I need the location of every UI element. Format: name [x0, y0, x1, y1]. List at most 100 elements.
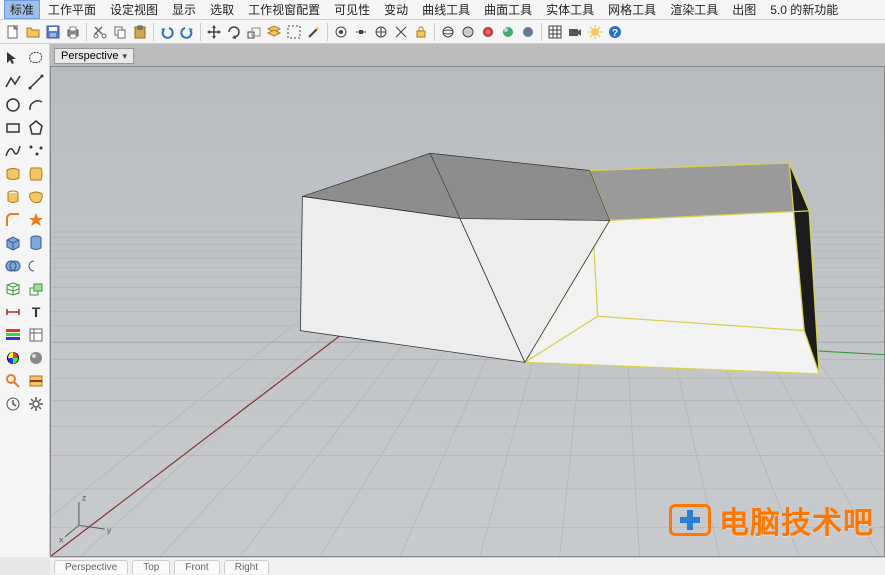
separator	[327, 23, 328, 41]
points-tool-icon[interactable]	[25, 140, 47, 162]
osnap-end-icon[interactable]	[332, 23, 350, 41]
rect-tool-icon[interactable]	[2, 117, 24, 139]
watermark: 电脑技术吧	[669, 498, 874, 542]
cut-icon[interactable]	[91, 23, 109, 41]
bool-diff-icon[interactable]	[25, 255, 47, 277]
viewport-canvas[interactable]: z y x 电脑技术吧	[50, 66, 885, 557]
menu-item-newv5[interactable]: 5.0 的新功能	[764, 0, 844, 19]
shade-wire-icon[interactable]	[439, 23, 457, 41]
shade-ghost-icon[interactable]	[459, 23, 477, 41]
osnap-mid-icon[interactable]	[352, 23, 370, 41]
save-icon[interactable]	[44, 23, 62, 41]
grid-icon[interactable]	[546, 23, 564, 41]
help-icon[interactable]: ?	[606, 23, 624, 41]
paste-icon[interactable]	[131, 23, 149, 41]
redo-icon[interactable]	[178, 23, 196, 41]
box-solid-icon[interactable]	[2, 232, 24, 254]
menu-item-visibility[interactable]: 可见性	[328, 0, 376, 19]
viewport-label: Perspective	[61, 50, 118, 62]
menu-item-cplane[interactable]: 工作平面	[42, 0, 102, 19]
material-icon[interactable]	[25, 347, 47, 369]
svg-text:x: x	[59, 535, 64, 545]
svg-text:z: z	[82, 493, 86, 503]
viewport-tab-front[interactable]: Front	[174, 560, 219, 574]
shade-render-icon[interactable]	[499, 23, 517, 41]
menu-item-transform[interactable]: 变动	[378, 0, 414, 19]
props-icon[interactable]	[25, 324, 47, 346]
separator	[541, 23, 542, 41]
surface-loft-icon[interactable]	[2, 163, 24, 185]
menu-item-curvetools[interactable]: 曲线工具	[416, 0, 476, 19]
separator	[200, 23, 201, 41]
extract-tool-icon[interactable]	[25, 278, 47, 300]
new-icon[interactable]	[4, 23, 22, 41]
menu-item-standard[interactable]: 标准	[4, 0, 40, 19]
left-toolbox: T	[0, 44, 50, 557]
viewport[interactable]: Perspective ▾	[50, 44, 885, 557]
move-icon[interactable]	[205, 23, 223, 41]
undo-icon[interactable]	[158, 23, 176, 41]
viewport-title-tab[interactable]: Perspective ▾	[54, 48, 134, 64]
rotate-icon[interactable]	[225, 23, 243, 41]
section-icon[interactable]	[25, 370, 47, 392]
polyline-tool-icon[interactable]	[2, 71, 24, 93]
history-icon[interactable]	[2, 393, 24, 415]
menu-item-solidtools[interactable]: 实体工具	[540, 0, 600, 19]
scene-3d[interactable]: z y x	[51, 67, 884, 556]
analyze-icon[interactable]	[2, 370, 24, 392]
viewport-tab-perspective[interactable]: Perspective	[54, 560, 128, 574]
lasso-tool-icon[interactable]	[25, 48, 47, 70]
arc-tool-icon[interactable]	[25, 94, 47, 116]
surface-sweep-icon[interactable]	[25, 163, 47, 185]
menu-item-viewportlayout[interactable]: 工作视窗配置	[242, 0, 326, 19]
cylinder-solid-icon[interactable]	[25, 232, 47, 254]
menu-item-meshtools[interactable]: 网格工具	[602, 0, 662, 19]
box-select-icon[interactable]	[285, 23, 303, 41]
circle-tool-icon[interactable]	[2, 94, 24, 116]
settings-icon[interactable]	[25, 393, 47, 415]
shade-solid-icon[interactable]	[519, 23, 537, 41]
osnap-int-icon[interactable]	[392, 23, 410, 41]
print-icon[interactable]	[64, 23, 82, 41]
menu-bar: 标准 工作平面 设定视图 显示 选取 工作视窗配置 可见性 变动 曲线工具 曲面…	[0, 0, 885, 20]
layers-icon[interactable]	[265, 23, 283, 41]
menu-item-rendertools[interactable]: 渲染工具	[664, 0, 724, 19]
polygon-tool-icon[interactable]	[25, 117, 47, 139]
menu-item-display[interactable]: 显示	[166, 0, 202, 19]
line-tool-icon[interactable]	[25, 71, 47, 93]
menu-item-setview[interactable]: 设定视图	[104, 0, 164, 19]
surface-patch-icon[interactable]	[25, 186, 47, 208]
layer-mgr-icon[interactable]	[2, 324, 24, 346]
shade-color-icon[interactable]	[479, 23, 497, 41]
color-wheel-icon[interactable]	[2, 347, 24, 369]
separator	[86, 23, 87, 41]
camera-icon[interactable]	[566, 23, 584, 41]
osnap-center-icon[interactable]	[372, 23, 390, 41]
render-icon[interactable]	[586, 23, 604, 41]
viewport-tab-right[interactable]: Right	[224, 560, 269, 574]
osnap-lock-icon[interactable]	[412, 23, 430, 41]
menu-item-drafting[interactable]: 出图	[726, 0, 762, 19]
star-tool-icon[interactable]	[25, 209, 47, 231]
viewport-tab-top[interactable]: Top	[132, 560, 170, 574]
surface-rev-icon[interactable]	[2, 186, 24, 208]
viewport-menu-chevron-icon[interactable]: ▾	[122, 51, 127, 62]
dim-tool-icon[interactable]	[2, 301, 24, 323]
menu-item-surftools[interactable]: 曲面工具	[478, 0, 538, 19]
separator	[153, 23, 154, 41]
workspace: T Perspective ▾	[0, 44, 885, 557]
fillet-tool-icon[interactable]	[2, 209, 24, 231]
mesh-tool-icon[interactable]	[2, 278, 24, 300]
svg-text:T: T	[32, 304, 41, 320]
scale-icon[interactable]	[245, 23, 263, 41]
wand-icon[interactable]	[305, 23, 323, 41]
curve-tool-icon[interactable]	[2, 140, 24, 162]
open-icon[interactable]	[24, 23, 42, 41]
pointer-tool-icon[interactable]	[2, 48, 24, 70]
axis-x	[51, 335, 340, 556]
bool-union-icon[interactable]	[2, 255, 24, 277]
copy-icon[interactable]	[111, 23, 129, 41]
menu-item-select[interactable]: 选取	[204, 0, 240, 19]
watermark-text: 电脑技术吧	[719, 498, 874, 542]
text-tool-icon[interactable]: T	[25, 301, 47, 323]
